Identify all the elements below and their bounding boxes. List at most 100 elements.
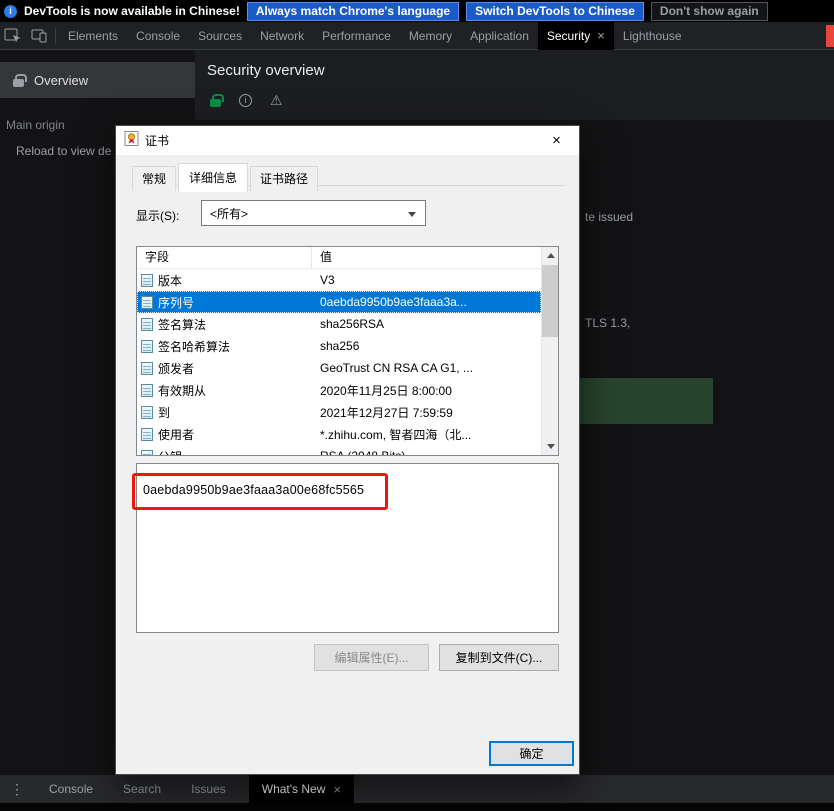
info-circle-icon: i — [239, 94, 252, 107]
chevron-down-icon — [408, 212, 416, 217]
divider — [55, 28, 56, 44]
record-indicator — [826, 25, 834, 47]
devtools-tabbar: Elements Console Sources Network Perform… — [0, 22, 834, 50]
field-name: 版本 — [158, 272, 182, 289]
field-value: V3 — [312, 273, 541, 287]
field-value: *.zhihu.com, 智者四海（北... — [312, 426, 541, 443]
drawer-item-console[interactable]: Console — [34, 782, 108, 796]
dialog-tab-details[interactable]: 详细信息 — [178, 163, 248, 192]
field-value: 2021年12月27日 7:59:59 — [312, 404, 541, 421]
field-value: GeoTrust CN RSA CA G1, ... — [312, 361, 541, 375]
field-filter-select[interactable]: <所有> — [201, 200, 426, 226]
scroll-up-button[interactable] — [542, 247, 559, 264]
ok-button[interactable]: 确定 — [489, 741, 574, 766]
field-name: 颁发者 — [158, 360, 194, 377]
field-value: RSA (2048 Bits) — [312, 449, 541, 455]
dialog-close-button[interactable]: × — [534, 126, 579, 155]
tab-network[interactable]: Network — [251, 22, 313, 50]
table-row[interactable]: 到 2021年12月27日 7:59:59 — [137, 401, 541, 423]
table-row-selected[interactable]: 序列号 0aebda9950b9ae3faaa3a... — [137, 291, 541, 313]
dont-show-again-button[interactable]: Don't show again — [651, 2, 768, 21]
field-icon — [141, 406, 153, 419]
device-toolbar-icon[interactable] — [26, 22, 52, 50]
tab-lighthouse[interactable]: Lighthouse — [614, 22, 691, 50]
drawer-item-issues[interactable]: Issues — [176, 782, 241, 796]
table-row[interactable]: 有效期从 2020年11月25日 8:00:00 — [137, 379, 541, 401]
field-name: 到 — [158, 404, 170, 421]
annotation-highlight — [132, 473, 388, 510]
reload-hint: Reload to view de — [16, 144, 111, 158]
drawer-bar: ⋮ Console Search Issues What's New × — [0, 775, 834, 803]
table-body: 版本 V3 序列号 0aebda9950b9ae3faaa3a... 签名算法 … — [137, 269, 541, 455]
security-overview-title: Security overview — [207, 62, 325, 79]
field-name: 有效期从 — [158, 382, 206, 399]
footer-strip — [0, 803, 834, 811]
drawer-tab-label: What's New — [262, 782, 326, 796]
dialog-tab-general[interactable]: 常规 — [132, 166, 176, 191]
secure-lock-icon — [210, 99, 221, 107]
tab-elements[interactable]: Elements — [59, 22, 127, 50]
tab-security-label: Security — [547, 22, 590, 50]
lock-icon — [13, 79, 24, 87]
field-icon — [141, 428, 153, 441]
sidebar-item-label: Overview — [34, 73, 88, 88]
scroll-down-button[interactable] — [542, 438, 559, 455]
background-text-fragment: te issued — [585, 210, 633, 224]
column-header-field[interactable]: 字段 — [137, 247, 312, 268]
fields-table: 字段 值 版本 V3 序列号 0aebda9950b9ae3faaa3a... … — [136, 246, 559, 456]
dialog-tab-cert-path[interactable]: 证书路径 — [250, 166, 318, 191]
dialog-title-bar: 证书 × — [116, 126, 579, 155]
copy-to-file-button[interactable]: 复制到文件(C)... — [439, 644, 559, 671]
field-icon — [141, 340, 153, 353]
infobar-message: DevTools is now available in Chinese! — [24, 4, 240, 18]
table-row[interactable]: 使用者 *.zhihu.com, 智者四海（北... — [137, 423, 541, 445]
field-value: 2020年11月25日 8:00:00 — [312, 382, 541, 399]
field-name: 签名算法 — [158, 316, 206, 333]
field-value: sha256RSA — [312, 317, 541, 331]
background-button-fragment — [563, 378, 713, 424]
dialog-tabs: 常规 详细信息 证书路径 — [132, 162, 320, 191]
scrollbar[interactable] — [541, 247, 558, 455]
field-name: 序列号 — [158, 294, 194, 311]
edit-properties-button[interactable]: 编辑属性(E)... — [314, 644, 429, 671]
certificate-dialog: 证书 × 常规 详细信息 证书路径 显示(S): <所有> 字段 值 版本 V3 — [115, 125, 580, 775]
tab-application[interactable]: Application — [461, 22, 538, 50]
security-status-icons: i ⚠ — [210, 93, 283, 107]
drawer-item-search[interactable]: Search — [108, 782, 176, 796]
warning-icon: ⚠ — [270, 93, 283, 107]
close-icon[interactable]: × — [597, 29, 605, 42]
tab-security[interactable]: Security × — [538, 22, 614, 50]
field-icon — [141, 384, 153, 397]
table-row[interactable]: 版本 V3 — [137, 269, 541, 291]
background-text-fragment: TLS 1.3, — [585, 316, 630, 330]
devtools-window: i DevTools is now available in Chinese! … — [0, 0, 834, 811]
tab-console[interactable]: Console — [127, 22, 189, 50]
security-panel-header — [195, 50, 834, 120]
table-row[interactable]: 签名哈希算法 sha256 — [137, 335, 541, 357]
field-icon — [141, 362, 153, 375]
tab-memory[interactable]: Memory — [400, 22, 461, 50]
field-icon — [141, 296, 153, 309]
show-label: 显示(S): — [136, 207, 179, 224]
field-name: 使用者 — [158, 426, 194, 443]
table-row[interactable]: 签名算法 sha256RSA — [137, 313, 541, 335]
main-origin-label: Main origin — [6, 118, 65, 132]
close-icon[interactable]: × — [333, 783, 341, 796]
table-row[interactable]: 公钥 RSA (2048 Bits) — [137, 445, 541, 455]
match-language-button[interactable]: Always match Chrome's language — [247, 2, 459, 21]
more-options-icon[interactable]: ⋮ — [0, 781, 34, 798]
field-value: 0aebda9950b9ae3faaa3a... — [312, 295, 541, 309]
scrollbar-thumb[interactable] — [542, 265, 559, 337]
info-icon: i — [4, 5, 17, 18]
field-icon — [141, 318, 153, 331]
field-icon — [141, 274, 153, 287]
sidebar-item-overview[interactable]: Overview — [0, 62, 195, 98]
tab-performance[interactable]: Performance — [313, 22, 400, 50]
infobar: i DevTools is now available in Chinese! … — [0, 0, 834, 22]
switch-to-chinese-button[interactable]: Switch DevTools to Chinese — [466, 2, 644, 21]
table-row[interactable]: 颁发者 GeoTrust CN RSA CA G1, ... — [137, 357, 541, 379]
column-header-value[interactable]: 值 — [312, 247, 558, 268]
inspect-icon[interactable] — [0, 22, 26, 50]
drawer-tab-whats-new[interactable]: What's New × — [249, 775, 354, 803]
tab-sources[interactable]: Sources — [189, 22, 251, 50]
